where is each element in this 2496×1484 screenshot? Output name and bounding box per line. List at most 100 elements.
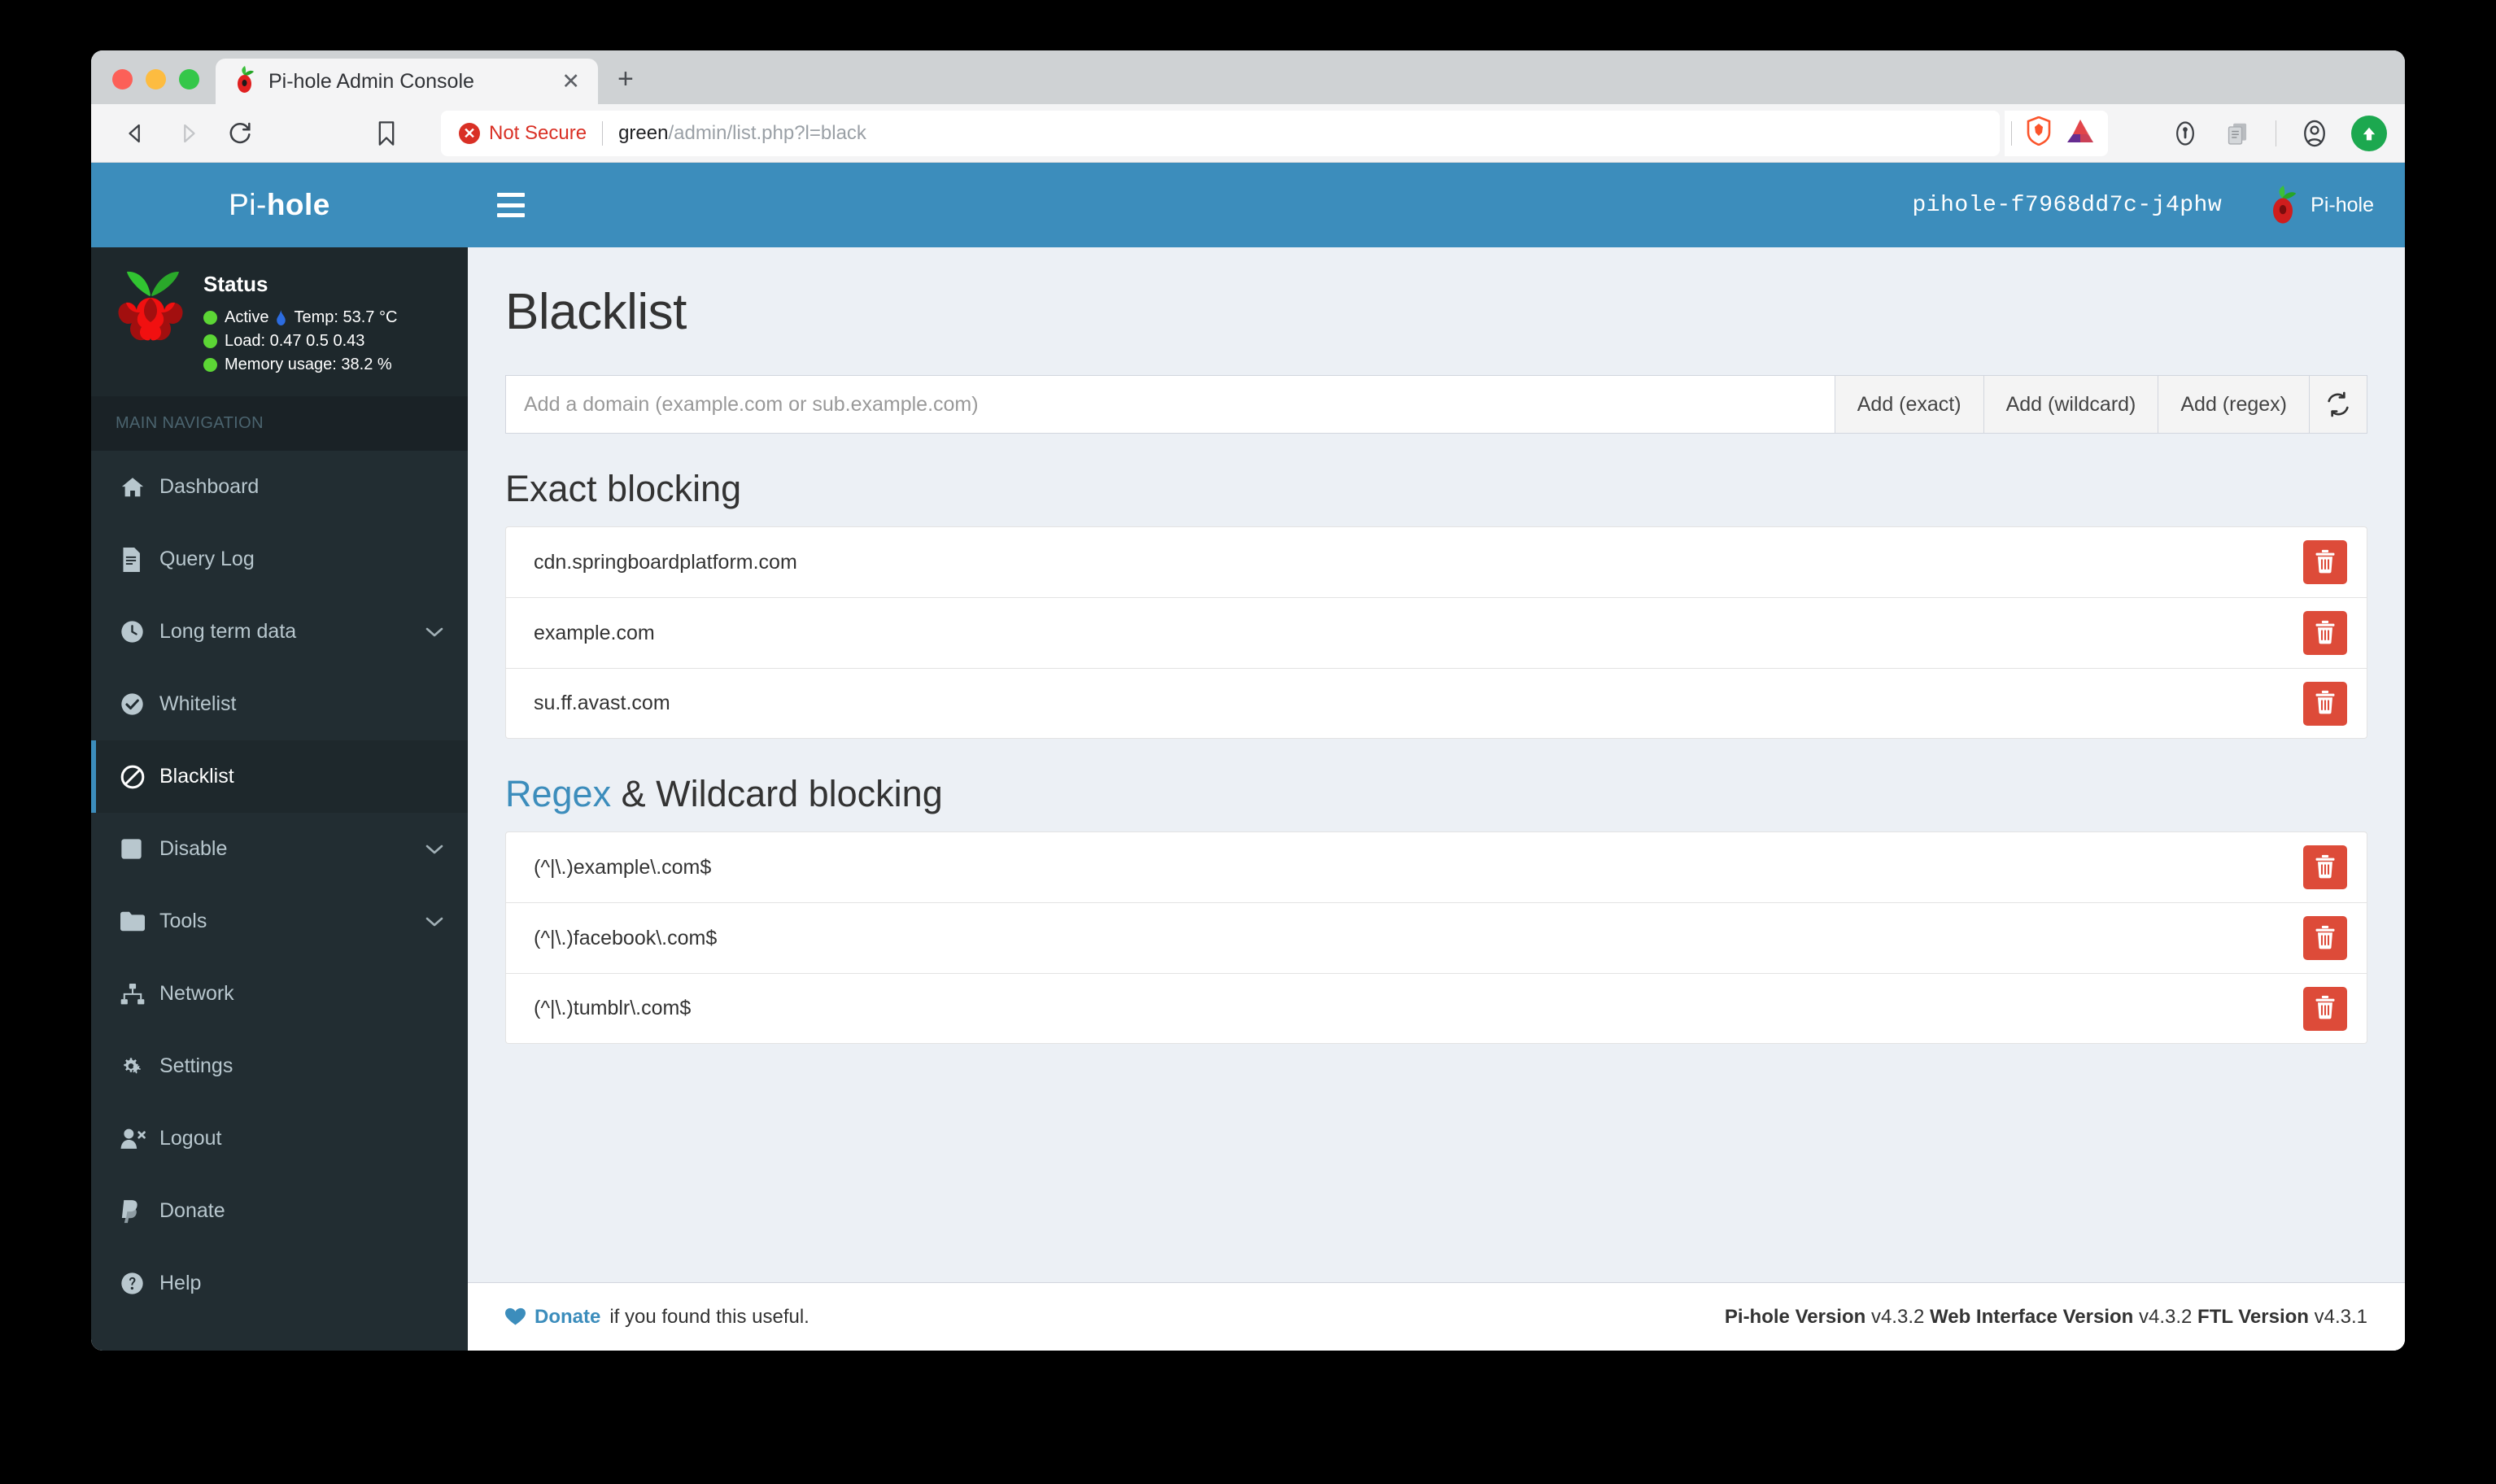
sidebar-item-help[interactable]: Help	[91, 1247, 468, 1320]
refresh-sync-icon[interactable]	[2309, 375, 2367, 434]
clipboard-icon[interactable]	[2214, 111, 2261, 155]
version-value: v4.3.2	[1865, 1305, 1930, 1328]
window-controls	[91, 69, 216, 104]
add-exact-button[interactable]: Add (exact)	[1834, 375, 1983, 434]
close-window-button[interactable]	[112, 69, 133, 89]
regex-title-rest: & Wildcard blocking	[611, 773, 943, 814]
sidebar-item-donate[interactable]: Donate	[91, 1175, 468, 1247]
sidebar-item-disable[interactable]: Disable	[91, 813, 468, 885]
donate-link[interactable]: Donate	[535, 1306, 600, 1329]
browser-tab[interactable]: Pi-hole Admin Console ✕	[216, 59, 598, 104]
maximize-window-button[interactable]	[179, 69, 199, 89]
sidebar-item-whitelist[interactable]: Whitelist	[91, 668, 468, 740]
sidebar-item-logout[interactable]: Logout	[91, 1102, 468, 1175]
browser-tab-strip: Pi-hole Admin Console ✕ +	[91, 50, 2405, 104]
check-circle-icon	[120, 692, 159, 716]
sidebar-item-blacklist[interactable]: Blacklist	[91, 740, 468, 813]
domain-row: (^|\.)example\.com$	[505, 831, 2367, 902]
chevron-down-icon[interactable]	[425, 620, 443, 644]
browser-tab-title: Pi-hole Admin Console	[268, 69, 474, 93]
add-wildcard-button[interactable]: Add (wildcard)	[1983, 375, 2158, 434]
domain-name: su.ff.avast.com	[534, 692, 670, 714]
heart-icon	[505, 1307, 526, 1325]
trash-icon	[2314, 854, 2337, 881]
header-brand[interactable]: Pi-hole	[2266, 186, 2374, 225]
home-icon	[120, 475, 159, 500]
status-title: Status	[203, 272, 268, 296]
domain-row: (^|\.)facebook\.com$	[505, 902, 2367, 973]
hamburger-menu-icon[interactable]	[497, 193, 525, 217]
forward-arrow-icon	[164, 111, 212, 155]
clock-icon	[120, 620, 159, 644]
raspberry-header-icon	[2273, 186, 2297, 224]
sidebar-item-label: Dashboard	[159, 475, 260, 498]
sidebar-item-label: Query Log	[159, 548, 255, 570]
not-secure-glyph: ✕	[463, 124, 476, 142]
status-dot-green	[203, 311, 217, 325]
content-area: pihole-f7968dd7c-j4phw Pi-hole Blacklist…	[468, 163, 2405, 1351]
delete-domain-button[interactable]	[2303, 845, 2347, 889]
brave-extension-group	[2005, 110, 2108, 156]
regex-blocking-list: (^|\.)example\.com$ (^|\.)facebook\.com$ (…	[505, 831, 2367, 1044]
pihole-favicon-icon	[233, 65, 255, 98]
url-text: green/admin/list.php?l=black	[618, 122, 866, 145]
sidebar-item-dashboard[interactable]: Dashboard	[91, 451, 468, 523]
domain-row: su.ff.avast.com	[505, 668, 2367, 739]
key-icon[interactable]	[2162, 111, 2209, 155]
delete-domain-button[interactable]	[2303, 611, 2347, 655]
sitemap-icon	[120, 983, 159, 1005]
sidebar-item-label: Donate	[159, 1199, 225, 1222]
update-upload-icon[interactable]	[2351, 115, 2387, 151]
chevron-down-icon[interactable]	[425, 910, 443, 933]
delete-domain-button[interactable]	[2303, 916, 2347, 960]
address-bar[interactable]: ✕ Not Secure green/admin/list.php?l=blac…	[441, 110, 2000, 156]
status-body: Status Active Temp: 53.7 °C Load: 0.47 0…	[203, 265, 397, 377]
trash-icon	[2314, 690, 2337, 717]
sidebar-item-label: Disable	[159, 837, 228, 860]
back-arrow-icon[interactable]	[112, 111, 159, 155]
sidebar: Pi-hole Status Active Temp: 53.7 °C Load…	[91, 163, 468, 1351]
trash-icon	[2314, 925, 2337, 952]
delete-domain-button[interactable]	[2303, 540, 2347, 584]
new-tab-button[interactable]: +	[598, 65, 652, 104]
sidebar-item-tools[interactable]: Tools	[91, 885, 468, 958]
profile-avatar-icon[interactable]	[2291, 111, 2338, 155]
status-active-label: Active	[225, 308, 269, 326]
version-name: Web Interface Version	[1930, 1305, 2134, 1328]
bookmark-icon[interactable]	[363, 111, 410, 155]
donate-rest: if you found this useful.	[609, 1305, 809, 1328]
version-value: v4.3.2	[2133, 1305, 2198, 1328]
domain-input[interactable]	[505, 375, 1835, 434]
trash-icon	[2314, 620, 2337, 647]
delete-domain-button[interactable]	[2303, 986, 2347, 1031]
url-host: green	[618, 121, 669, 144]
brave-bat-triangle-icon[interactable]	[2066, 118, 2095, 148]
sidebar-item-label: Logout	[159, 1127, 222, 1150]
sidebar-brand-logo[interactable]: Pi-hole	[91, 163, 468, 247]
not-secure-label: Not Secure	[489, 121, 587, 144]
sidebar-item-label: Tools	[159, 910, 207, 932]
browser-window: Pi-hole Admin Console ✕ + ✕ Not Secure g…	[91, 50, 2405, 1351]
close-tab-button[interactable]: ✕	[555, 70, 587, 93]
version-name: FTL Version	[2197, 1305, 2309, 1328]
sidebar-item-query-log[interactable]: Query Log	[91, 523, 468, 596]
sidebar-item-label: Whitelist	[159, 692, 237, 715]
chevron-down-icon[interactable]	[425, 837, 443, 861]
minimize-window-button[interactable]	[146, 69, 166, 89]
domain-row: example.com	[505, 597, 2367, 668]
sidebar-item-label: Long term data	[159, 620, 297, 643]
add-regex-button[interactable]: Add (regex)	[2158, 375, 2309, 434]
add-domain-form: Add (exact) Add (wildcard) Add (regex)	[505, 375, 2367, 434]
status-load-label: Load: 0.47 0.5 0.43	[225, 332, 365, 350]
omnibox-divider	[602, 120, 604, 146]
reload-icon[interactable]	[216, 111, 264, 155]
regex-link[interactable]: Regex	[505, 773, 611, 814]
sidebar-item-network[interactable]: Network	[91, 958, 468, 1030]
paypal-icon	[120, 1199, 159, 1224]
brave-lion-shield-icon[interactable]	[2025, 116, 2053, 150]
not-secure-icon: ✕	[459, 122, 480, 144]
sidebar-item-settings[interactable]: Settings	[91, 1030, 468, 1102]
delete-domain-button[interactable]	[2303, 681, 2347, 726]
sidebar-item-long-term-data[interactable]: Long term data	[91, 596, 468, 668]
version-name: Pi-hole Version	[1724, 1305, 1866, 1328]
